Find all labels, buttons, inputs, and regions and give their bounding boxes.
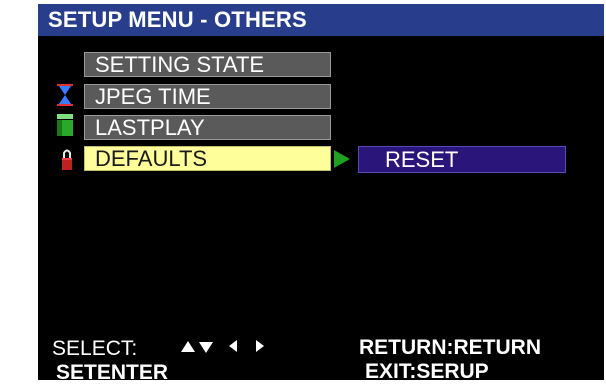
return-hint: RETURN:RETURN xyxy=(359,336,541,359)
hourglass-icon xyxy=(56,84,74,106)
exit-hint: EXIT:SERUP xyxy=(365,360,489,383)
box-icon xyxy=(56,113,74,137)
menu-title: SETUP MENU - OTHERS xyxy=(48,7,307,32)
submenu-reset[interactable]: RESET xyxy=(358,146,566,173)
up-arrow-icon xyxy=(181,341,195,352)
menu-item-jpeg-time[interactable]: JPEG TIME xyxy=(84,84,331,109)
menu-item-defaults[interactable]: DEFAULTS xyxy=(84,146,331,171)
right-arrow-icon xyxy=(256,340,264,352)
left-arrow-icon xyxy=(229,340,237,352)
title-bar: SETUP MENU - OTHERS xyxy=(38,4,604,36)
menu-item-lastplay[interactable]: LASTPLAY xyxy=(84,115,331,140)
menu-item-setting-state[interactable]: SETTING STATE xyxy=(84,52,331,77)
select-hint: SELECT: xyxy=(52,337,138,360)
setenter-hint: SETENTER xyxy=(56,361,169,384)
osd-screen: SETUP MENU - OTHERS SETTING STATE JPEG T… xyxy=(0,0,606,385)
submenu-arrow-icon xyxy=(334,150,350,168)
lock-icon xyxy=(61,147,73,171)
down-arrow-icon xyxy=(199,342,213,353)
